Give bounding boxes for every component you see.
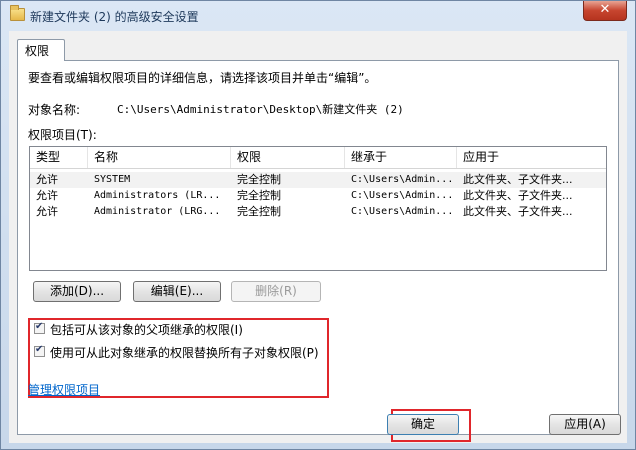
dialog-client-area: 权限 要查看或编辑权限项目的详细信息，请选择该项目并单击“编辑”。 对象名称: …: [9, 31, 627, 443]
cell-inherited-from: C:\Users\Admin...: [351, 190, 454, 201]
delete-button[interactable]: 删除(R): [231, 281, 321, 302]
cell-name: Administrator (LRG...: [94, 206, 221, 217]
edit-button[interactable]: 编辑(E)...: [133, 281, 221, 302]
window-title: 新建文件夹 (2) 的高级安全设置: [30, 10, 199, 24]
folder-icon: [10, 5, 25, 21]
cell-applies-to: 此文件夹、子文件夹...: [463, 205, 573, 218]
title-bar[interactable]: 新建文件夹 (2) 的高级安全设置 ✕: [1, 1, 635, 31]
table-row[interactable]: 允许 SYSTEM 完全控制 C:\Users\Admin... 此文件夹、子文…: [30, 172, 606, 188]
permission-list-label: 权限项目(T):: [28, 128, 97, 142]
cell-permission: 完全控制: [237, 205, 281, 218]
watermark-logo: 系统之家: [491, 399, 547, 415]
manage-permissions-link[interactable]: 管理权限项目: [28, 381, 100, 398]
cell-inherited-from: C:\Users\Admin...: [351, 206, 454, 217]
cell-name: Administrators (LR...: [94, 190, 221, 201]
intro-text: 要查看或编辑权限项目的详细信息，请选择该项目并单击“编辑”。: [28, 71, 377, 85]
cell-inherited-from: C:\Users\Admin...: [351, 174, 454, 185]
cell-type: 允许: [36, 173, 58, 186]
list-header: 类型 名称 权限 继承于 应用于: [30, 147, 606, 169]
column-header-inherited-from[interactable]: 继承于: [345, 147, 457, 168]
replace-child-permissions-checkbox[interactable]: [34, 344, 45, 357]
cell-applies-to: 此文件夹、子文件夹...: [463, 189, 573, 202]
tab-permissions[interactable]: 权限: [17, 39, 65, 61]
table-row[interactable]: 允许 Administrators (LR... 完全控制 C:\Users\A…: [30, 188, 606, 204]
column-header-type[interactable]: 类型: [30, 147, 88, 168]
cell-permission: 完全控制: [237, 173, 281, 186]
dialog-window: 新建文件夹 (2) 的高级安全设置 ✕ 权限 要查看或编辑权限项目的详细信息，请…: [0, 0, 636, 450]
column-header-permission[interactable]: 权限: [231, 147, 345, 168]
replace-child-permissions-label[interactable]: 使用可从此对象继承的权限替换所有子对象权限(P): [50, 344, 319, 361]
cell-permission: 完全控制: [237, 189, 281, 202]
include-inheritable-label[interactable]: 包括可从该对象的父项继承的权限(I): [50, 321, 243, 338]
cell-applies-to: 此文件夹、子文件夹...: [463, 173, 573, 186]
cell-type: 允许: [36, 189, 58, 202]
cell-name: SYSTEM: [94, 174, 131, 185]
column-header-applies-to[interactable]: 应用于: [457, 147, 606, 168]
permission-entries-list[interactable]: 类型 名称 权限 继承于 应用于 允许 SYSTEM 完全控制 C:\Users…: [29, 146, 607, 271]
object-name-label: 对象名称:: [28, 103, 81, 117]
add-button[interactable]: 添加(D)...: [33, 281, 121, 302]
table-row[interactable]: 允许 Administrator (LRG... 完全控制 C:\Users\A…: [30, 204, 606, 220]
ok-button[interactable]: 确定: [387, 414, 459, 435]
cell-type: 允许: [36, 205, 58, 218]
object-name-value: C:\Users\Administrator\Desktop\新建文件夹 (2): [117, 103, 404, 116]
close-button[interactable]: ✕: [583, 1, 627, 21]
include-inheritable-checkbox[interactable]: [34, 321, 45, 334]
column-header-name[interactable]: 名称: [88, 147, 231, 168]
